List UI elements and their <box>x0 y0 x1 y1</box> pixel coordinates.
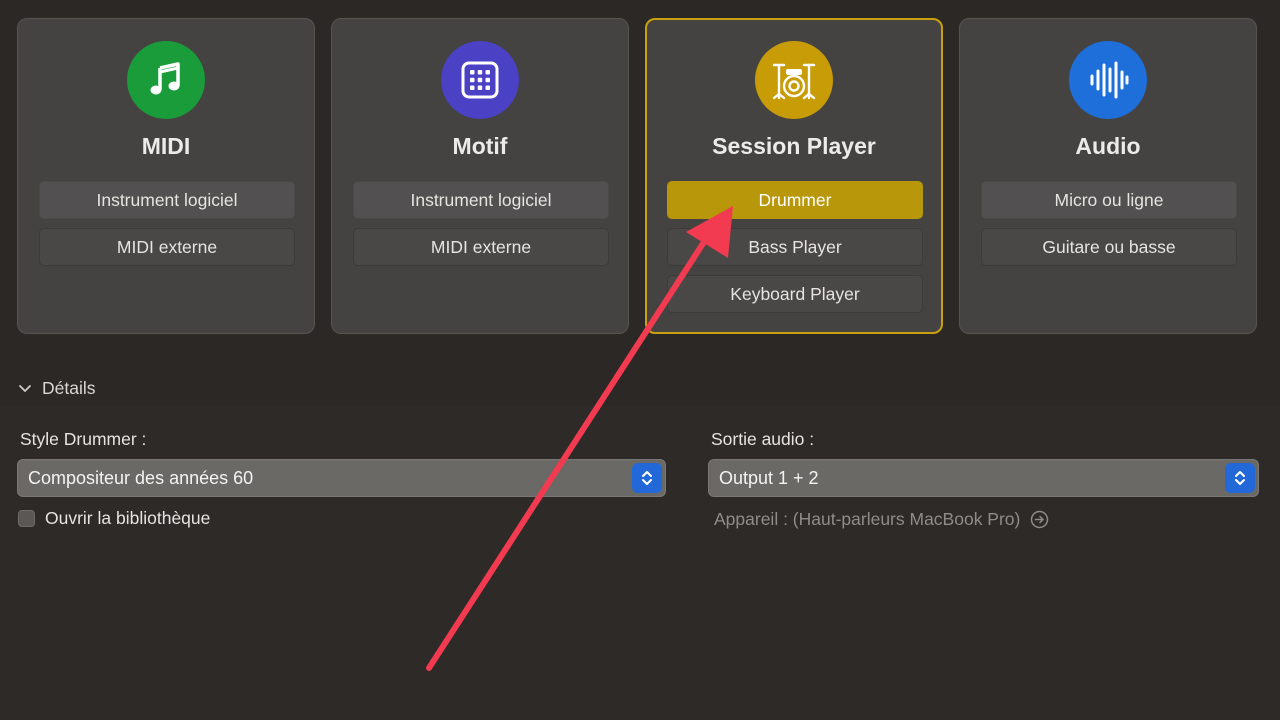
style-drummer-select[interactable]: Compositeur des années 60 <box>17 459 666 497</box>
arrow-circle-right-icon[interactable] <box>1030 510 1049 529</box>
guitare-ou-basse-button[interactable]: Guitare ou basse <box>981 228 1237 266</box>
keyboard-player-button[interactable]: Keyboard Player <box>667 275 923 313</box>
audio-device-label: Appareil : (Haut-parleurs MacBook Pro) <box>714 509 1021 529</box>
card-audio[interactable]: Audio Micro ou ligne Guitare ou basse <box>959 18 1257 334</box>
drum-kit-icon <box>755 41 833 119</box>
updown-chevron-icon[interactable] <box>1225 463 1255 493</box>
details-panel <box>0 405 1280 720</box>
open-library-checkbox-row[interactable]: Ouvrir la bibliothèque <box>18 508 210 529</box>
details-disclosure[interactable]: Détails <box>18 378 96 399</box>
midi-instrument-logiciel-button[interactable]: Instrument logiciel <box>39 181 295 219</box>
style-drummer-label: Style Drummer : <box>20 429 147 449</box>
waveform-icon <box>1069 41 1147 119</box>
micro-ou-ligne-button[interactable]: Micro ou ligne <box>981 181 1237 219</box>
details-label: Détails <box>42 378 96 398</box>
card-title-motif: Motif <box>452 133 508 159</box>
motif-midi-externe-button[interactable]: MIDI externe <box>353 228 609 266</box>
card-session-player[interactable]: Session Player Drummer Bass Player Keybo… <box>645 18 943 334</box>
audio-output-value: Output 1 + 2 <box>719 467 819 488</box>
audio-output-label: Sortie audio : <box>711 429 815 449</box>
bass-player-button[interactable]: Bass Player <box>667 228 923 266</box>
open-library-label: Ouvrir la bibliothèque <box>45 508 211 528</box>
midi-externe-button[interactable]: MIDI externe <box>39 228 295 266</box>
grid-pattern-icon <box>441 41 519 119</box>
card-motif[interactable]: Motif Instrument logiciel MIDI externe <box>331 18 629 334</box>
style-drummer-value: Compositeur des années 60 <box>28 467 254 488</box>
updown-chevron-icon[interactable] <box>632 463 662 493</box>
card-title-audio: Audio <box>1075 133 1141 159</box>
audio-output-select[interactable]: Output 1 + 2 <box>708 459 1259 497</box>
track-type-area: MIDI Instrument logiciel MIDI externe Mo… <box>0 0 1280 405</box>
audio-device-info: Appareil : (Haut-parleurs MacBook Pro) <box>714 509 1049 530</box>
motif-instrument-logiciel-button[interactable]: Instrument logiciel <box>353 181 609 219</box>
chevron-down-icon <box>19 384 31 392</box>
drummer-button[interactable]: Drummer <box>667 181 923 219</box>
new-track-dialog: MIDI Instrument logiciel MIDI externe Mo… <box>0 0 1280 720</box>
card-title-session-player: Session Player <box>712 133 876 159</box>
card-title-midi: MIDI <box>141 133 191 159</box>
music-note-icon <box>127 41 205 119</box>
card-midi[interactable]: MIDI Instrument logiciel MIDI externe <box>17 18 315 334</box>
open-library-checkbox[interactable] <box>18 510 35 527</box>
